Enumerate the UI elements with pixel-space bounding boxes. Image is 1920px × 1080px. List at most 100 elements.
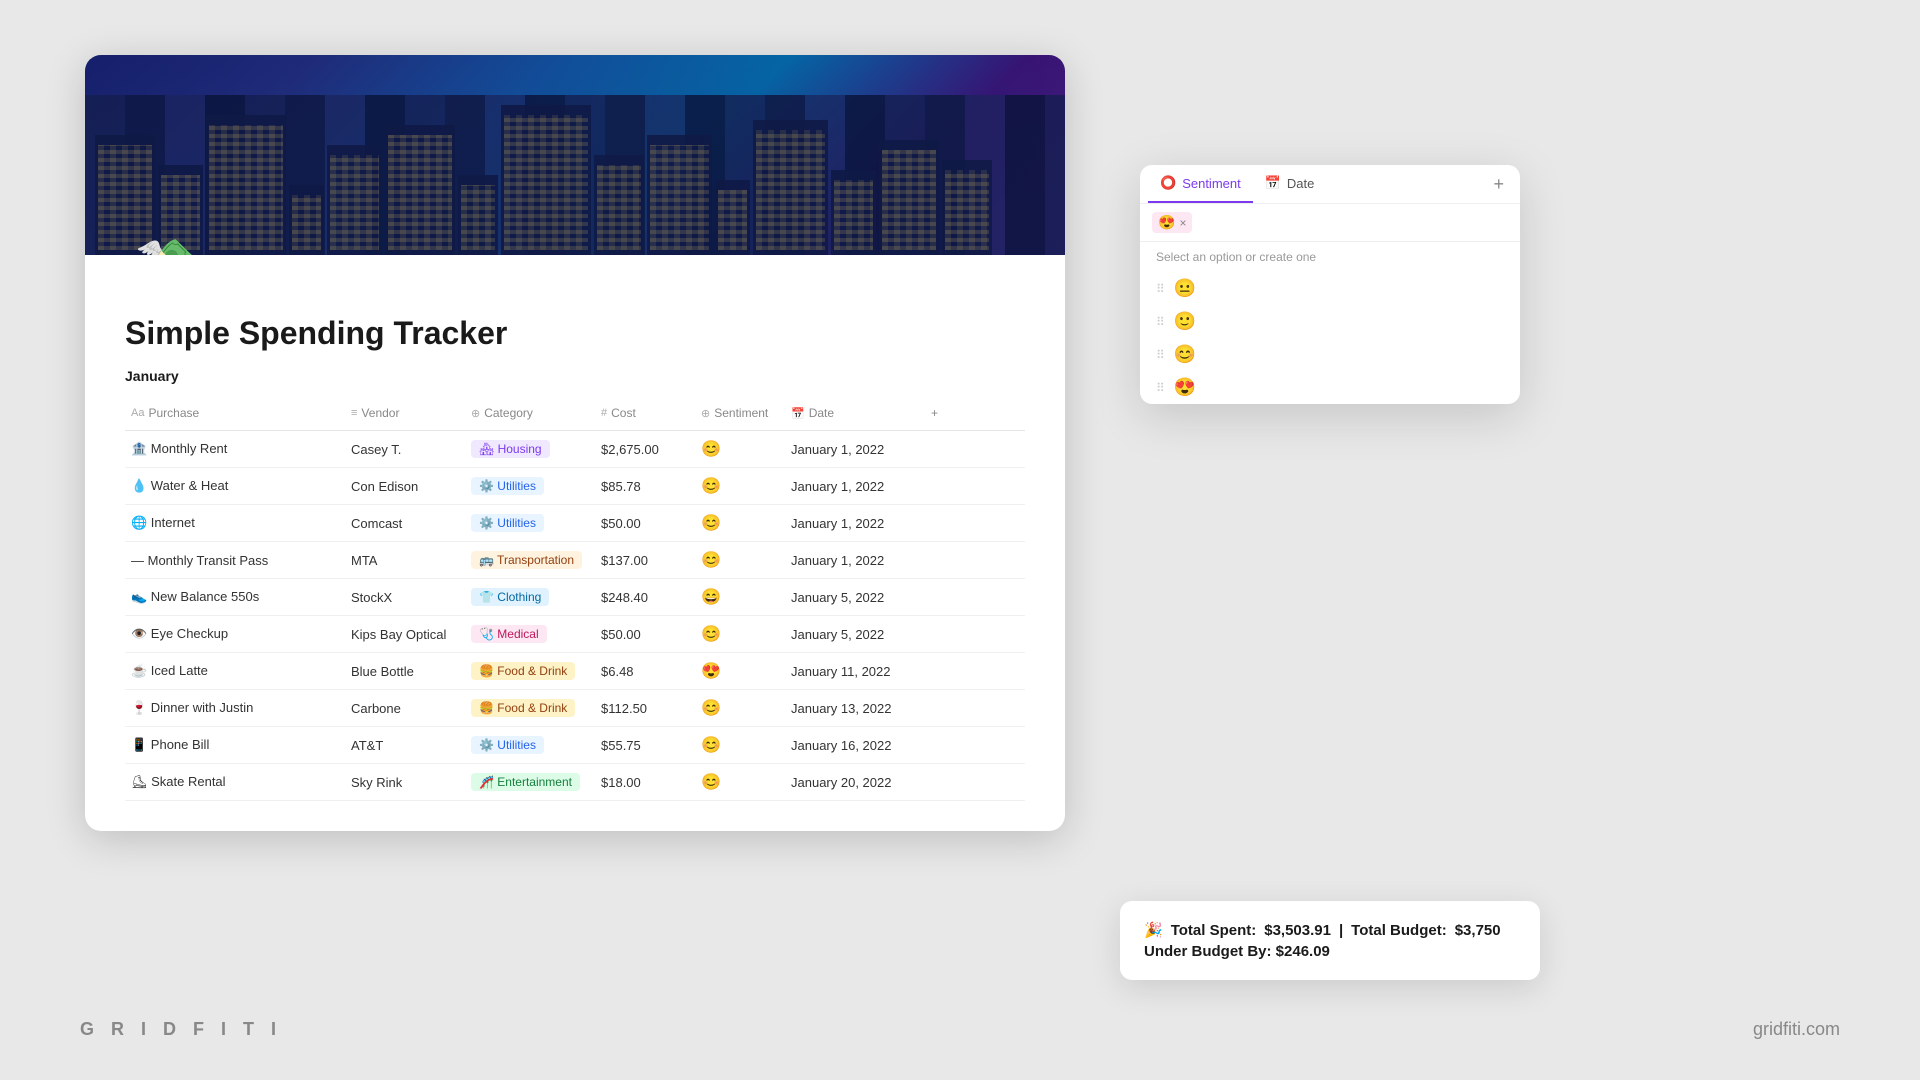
cell-vendor: Carbone	[345, 695, 465, 722]
cell-cost: $50.00	[595, 510, 695, 537]
category-tag[interactable]: 🍔 Food & Drink	[471, 662, 575, 680]
cell-date: January 1, 2022	[785, 473, 925, 500]
total-budget-label: Total Budget:	[1351, 922, 1447, 939]
table-row[interactable]: 📱 Phone Bill AT&T ⚙️ Utilities $55.75 😊 …	[125, 727, 1025, 764]
under-budget-value: $246.09	[1276, 943, 1330, 960]
cell-date: January 11, 2022	[785, 658, 925, 685]
category-tag[interactable]: 🍔 Food & Drink	[471, 699, 575, 717]
circle-icon: ⊕	[471, 407, 480, 420]
table-row[interactable]: ⛸ Skate Rental Sky Rink 🎢 Entertainment …	[125, 764, 1025, 801]
table-header: Aa Purchase ≡ Vendor ⊕ Category # Cost ⊕	[125, 396, 1025, 431]
dropdown-option[interactable]: ⠿ 🙂	[1140, 305, 1520, 338]
dropdown-option[interactable]: ⠿ 😊	[1140, 338, 1520, 371]
col-date: 📅 Date	[785, 402, 925, 424]
table-row[interactable]: — Monthly Transit Pass MTA 🚌 Transportat…	[125, 542, 1025, 579]
tab-date[interactable]: 📅 Date	[1253, 165, 1327, 203]
card-content: Simple Spending Tracker January Aa Purch…	[85, 255, 1065, 831]
cell-cost: $18.00	[595, 769, 695, 796]
cell-cost: $6.48	[595, 658, 695, 685]
category-tag[interactable]: ⚙️ Utilities	[471, 736, 544, 754]
cell-sentiment: 😊	[695, 507, 785, 539]
selected-sentiment-tag[interactable]: 😍 ×	[1152, 212, 1192, 233]
cell-sentiment: 😄	[695, 581, 785, 613]
sentiment-dropdown[interactable]: ⭕ Sentiment 📅 Date + 😍 × Select an optio…	[1140, 165, 1520, 404]
cell-cost: $137.00	[595, 547, 695, 574]
category-tag[interactable]: 🩺 Medical	[471, 625, 547, 643]
dropdown-input-row: 😍 ×	[1140, 204, 1520, 242]
page-emoji: 💸	[135, 236, 197, 255]
date-tab-icon: 📅	[1265, 175, 1281, 191]
cell-cost: $85.78	[595, 473, 695, 500]
cell-cost: $248.40	[595, 584, 695, 611]
cell-purchase: 👟 New Balance 550s	[125, 583, 345, 611]
cell-purchase: — Monthly Transit Pass	[125, 547, 345, 574]
total-spent-value: $3,503.91	[1264, 922, 1331, 939]
hero-banner: 💸	[85, 55, 1065, 255]
cell-category: 🩺 Medical	[465, 619, 595, 649]
section-label: January	[125, 368, 1025, 384]
cell-purchase: 💧 Water & Heat	[125, 472, 345, 500]
drag-handle-icon: ⠿	[1156, 315, 1164, 329]
category-tag[interactable]: 👕 Clothing	[471, 588, 549, 606]
cell-cost: $112.50	[595, 695, 695, 722]
category-tag[interactable]: 🚌 Transportation	[471, 551, 582, 569]
cell-sentiment: 😊	[695, 766, 785, 798]
cell-sentiment: 😊	[695, 692, 785, 724]
cell-date: January 13, 2022	[785, 695, 925, 722]
col-cost: # Cost	[595, 402, 695, 424]
drag-handle-icon: ⠿	[1156, 282, 1164, 296]
cell-sentiment: 😊	[695, 433, 785, 465]
cell-extra	[925, 591, 955, 603]
option-emoji: 🙂	[1174, 311, 1196, 332]
cell-extra	[925, 443, 955, 455]
cell-extra	[925, 739, 955, 751]
sentiment-tab-label: Sentiment	[1182, 176, 1241, 191]
separator: |	[1339, 922, 1343, 939]
cell-purchase: 🏦 Monthly Rent	[125, 435, 345, 463]
tab-sentiment[interactable]: ⭕ Sentiment	[1148, 165, 1253, 203]
budget-icon: 🎉	[1144, 921, 1163, 939]
dropdown-option[interactable]: ⠿ 😐	[1140, 272, 1520, 305]
cell-vendor: Comcast	[345, 510, 465, 537]
category-tag[interactable]: 🏘 Housing	[471, 440, 550, 458]
hero-buildings	[85, 105, 1065, 255]
cell-sentiment: 😊	[695, 544, 785, 576]
cell-date: January 5, 2022	[785, 584, 925, 611]
table-row[interactable]: 🌐 Internet Comcast ⚙️ Utilities $50.00 😊…	[125, 505, 1025, 542]
col-add[interactable]: +	[925, 402, 955, 424]
cell-category: 🎢 Entertainment	[465, 767, 595, 797]
table-row[interactable]: 👁️ Eye Checkup Kips Bay Optical 🩺 Medica…	[125, 616, 1025, 653]
option-search-input[interactable]	[1198, 215, 1508, 230]
category-tag[interactable]: ⚙️ Utilities	[471, 514, 544, 532]
category-tag[interactable]: ⚙️ Utilities	[471, 477, 544, 495]
cell-date: January 20, 2022	[785, 769, 925, 796]
add-column-button[interactable]: +	[1485, 170, 1512, 199]
cell-vendor: AT&T	[345, 732, 465, 759]
option-emoji: 😊	[1174, 344, 1196, 365]
main-card: 💸 Simple Spending Tracker January Aa Pur…	[85, 55, 1065, 831]
text-icon: Aa	[131, 407, 144, 419]
cell-date: January 16, 2022	[785, 732, 925, 759]
dropdown-option[interactable]: ⠿ 😍	[1140, 371, 1520, 404]
cell-category: 🍔 Food & Drink	[465, 693, 595, 723]
category-tag[interactable]: 🎢 Entertainment	[471, 773, 580, 791]
table-row[interactable]: 💧 Water & Heat Con Edison ⚙️ Utilities $…	[125, 468, 1025, 505]
under-budget-row: Under Budget By: $246.09	[1144, 943, 1516, 960]
cell-date: January 5, 2022	[785, 621, 925, 648]
cell-cost: $55.75	[595, 732, 695, 759]
cell-vendor: Con Edison	[345, 473, 465, 500]
cell-category: 🍔 Food & Drink	[465, 656, 595, 686]
table-row[interactable]: 🍷 Dinner with Justin Carbone 🍔 Food & Dr…	[125, 690, 1025, 727]
under-budget-label: Under Budget By:	[1144, 943, 1272, 960]
table-row[interactable]: 👟 New Balance 550s StockX 👕 Clothing $24…	[125, 579, 1025, 616]
table-row[interactable]: ☕ Iced Latte Blue Bottle 🍔 Food & Drink …	[125, 653, 1025, 690]
cell-extra	[925, 517, 955, 529]
cell-date: January 1, 2022	[785, 510, 925, 537]
cell-extra	[925, 480, 955, 492]
table-row[interactable]: 🏦 Monthly Rent Casey T. 🏘 Housing $2,675…	[125, 431, 1025, 468]
cell-extra	[925, 776, 955, 788]
remove-tag-button[interactable]: ×	[1179, 216, 1186, 230]
drag-handle-icon: ⠿	[1156, 381, 1164, 395]
cell-category: ⚙️ Utilities	[465, 508, 595, 538]
dropdown-tabs: ⭕ Sentiment 📅 Date +	[1140, 165, 1520, 204]
